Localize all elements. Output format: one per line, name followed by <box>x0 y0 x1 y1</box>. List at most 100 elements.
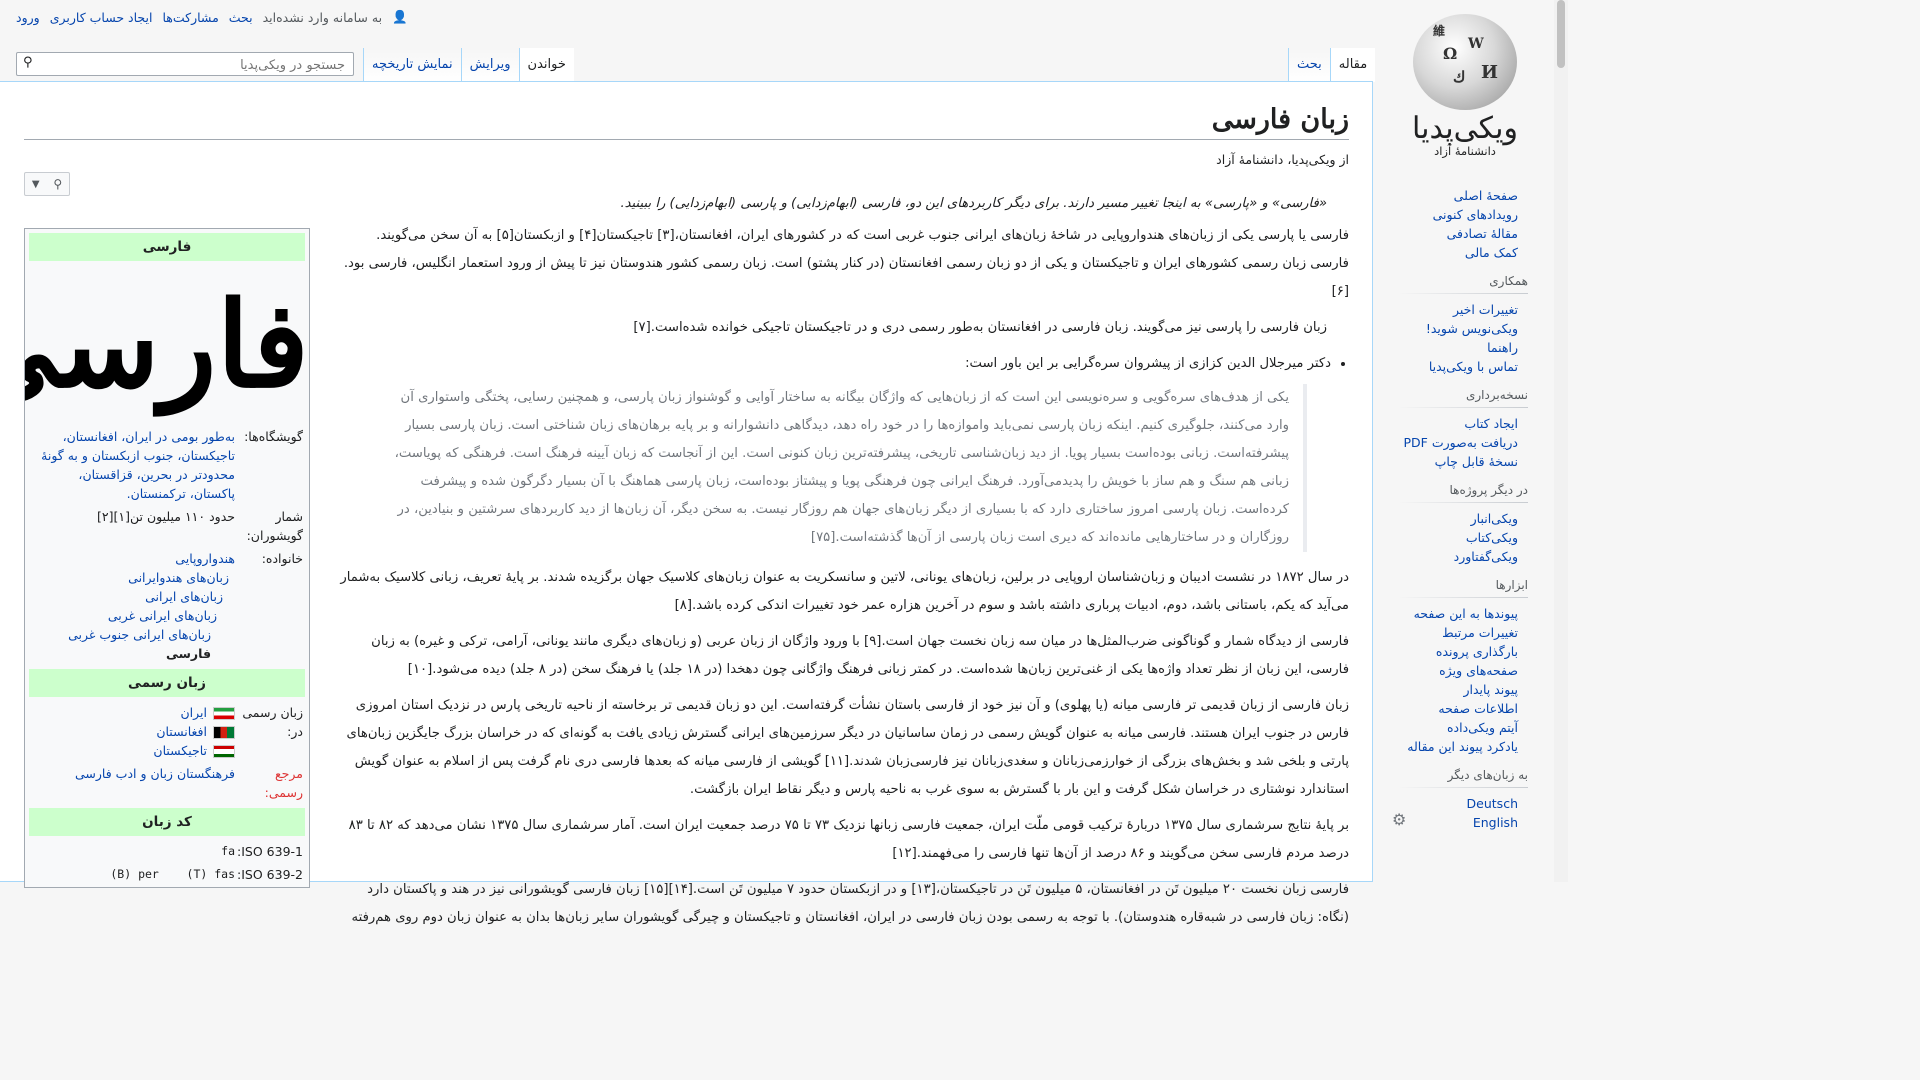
official-header: زبان رسمی <box>29 669 305 697</box>
iso2-label[interactable]: ISO 639-2: <box>235 865 303 884</box>
infobox: فارسی فارسی گویشگاه‌ها: به‌طور بومی در ای… <box>24 228 310 888</box>
view-tabs: خواندن ویرایش نمایش تاریخچه <box>363 48 574 82</box>
search-box: ⚲ <box>16 52 354 76</box>
sidebar-item-lang-0[interactable]: Deutsch <box>1398 794 1518 813</box>
official-country[interactable]: افغانستان <box>31 722 235 741</box>
sidebar-item-collab-2[interactable]: راهنما <box>1398 338 1518 357</box>
family-item[interactable]: هندواروپایی <box>31 549 235 568</box>
sidebar-heading-languages: به زبان‌های دیگر <box>1398 768 1528 788</box>
paragraph-1: فارسی یا پارسی یکی از زبان‌های هندواروپا… <box>343 228 1349 299</box>
code-header: کد زبان <box>29 808 305 836</box>
globe-icon: Ω W И ك 維 <box>1413 14 1517 110</box>
sidebar-item-tool-3[interactable]: صفحه‌های ویژه <box>1398 661 1518 680</box>
official-country[interactable]: ایران <box>31 703 235 722</box>
user-icon: 👤 <box>392 9 408 24</box>
logo-wordmark: ویکی‌پدیا <box>1412 111 1518 146</box>
scrollbar[interactable] <box>1554 0 1568 882</box>
flag-icon <box>213 726 235 739</box>
sidebar-item-nav-1[interactable]: رویدادهای کنونی <box>1398 205 1518 224</box>
tab-article[interactable]: مقاله <box>1329 48 1376 82</box>
search-page-icon: ⚲ <box>53 177 63 191</box>
search-icon[interactable]: ⚲ <box>23 55 33 70</box>
sidebar-heading-print: نسخه‌برداری <box>1398 388 1528 408</box>
sidebar-item-collab-3[interactable]: تماس با ویکی‌پدیا <box>1398 357 1518 376</box>
personal-tools: 👤 به سامانه وارد نشده‌اید بحث مشارکت‌ها … <box>16 9 408 25</box>
flag-icon <box>213 745 235 758</box>
sidebar-item-print-2[interactable]: نسخهٔ قابل چاپ <box>1398 452 1518 471</box>
sidebar-collab: تغییرات اخیر ویکی‌نویس شوید! راهنما تماس با… <box>1398 300 1528 376</box>
family-item[interactable]: زبان‌های ایرانی غربی <box>31 606 235 625</box>
bullet-kazzazi: دکتر میرجلال الدین کزازی از پیشروان سره‌… <box>340 350 1331 378</box>
sidebar-navigation: صفحهٔ اصلی رویدادهای کنونی مقالهٔ تصادفی کم… <box>1398 186 1528 262</box>
sidebar-item-tool-2[interactable]: بارگذاری پرونده <box>1398 642 1518 661</box>
sidebar-item-tool-6[interactable]: آیتم ویکی‌داده <box>1398 718 1518 737</box>
tab-talk[interactable]: بحث <box>1288 48 1330 82</box>
article-body: «فارسی» و «پارسی» به اینجا تغییر مسیر دا… <box>340 190 1349 940</box>
speakers-label: گویشگاه‌ها: <box>244 429 303 444</box>
sidebar-item-print-1[interactable]: دریافت به‌صورت PDF <box>1398 433 1518 452</box>
regulator-label[interactable]: مرجع رسمی: <box>235 764 303 802</box>
sidebar-item-project-1[interactable]: ویکی‌کتاب <box>1398 528 1518 547</box>
scrollbar-thumb[interactable] <box>1557 0 1565 68</box>
content-area: زبان فارسی از ویکی‌پدیا، دانشنامهٔ آزاد … <box>0 81 1373 925</box>
iso1-value: fa <box>221 844 235 858</box>
wikipedia-logo[interactable]: Ω W И ك 維 ویکی‌پدیا دانشنامهٔ آزاد <box>1400 14 1530 164</box>
contributions-link[interactable]: مشارکت‌ها <box>162 10 218 25</box>
family-label[interactable]: خانواده: <box>235 549 303 663</box>
login-link[interactable]: ورود <box>16 10 40 25</box>
official-country-name[interactable]: افغانستان <box>156 724 207 739</box>
speaker-count-value: حدود ۱۱۰ میلیون تن[۱][۲] <box>97 509 235 524</box>
page-title: زبان فارسی <box>1211 104 1349 135</box>
sidebar-heading-projects: در دیگر پروژه‌ها <box>1398 483 1528 503</box>
speaker-count-label: شمار گویشوران: <box>246 509 303 543</box>
official-countries: ایران افغانستان تاجیکستان <box>31 703 235 760</box>
regulator-value[interactable]: فرهنگستان زبان و ادب فارسی <box>31 764 235 802</box>
language-settings-gear-icon[interactable]: ⚙ <box>1392 810 1406 829</box>
family-item[interactable]: زبان‌های ایرانی <box>31 587 235 606</box>
sidebar-item-tool-5[interactable]: اطلاعات صفحه <box>1398 699 1518 718</box>
talk-link[interactable]: بحث <box>229 10 253 25</box>
sidebar-print: ایجاد کتاب دریافت به‌صورت PDF نسخهٔ قابل چ… <box>1398 414 1528 471</box>
sidebar-item-collab-0[interactable]: تغییرات اخیر <box>1398 300 1518 319</box>
page-toolbox[interactable]: ▼ ⚲ <box>24 172 70 196</box>
tab-read[interactable]: خواندن <box>518 48 574 82</box>
official-country-name[interactable]: ایران <box>180 705 207 720</box>
paragraph-6: بر پایهٔ نتایج سرشماری سال ۱۳۷۵ دربارهٔ … <box>348 818 1349 861</box>
hatnote: «فارسی» و «پارسی» به اینجا تغییر مسیر دا… <box>620 196 1327 211</box>
logo-tagline: دانشنامهٔ آزاد <box>1434 144 1496 158</box>
tab-history[interactable]: نمایش تاریخچه <box>363 48 461 82</box>
family-item[interactable]: زبان‌های هندوایرانی <box>31 568 235 587</box>
official-label: زبان رسمی در: <box>242 705 303 739</box>
sidebar-item-project-0[interactable]: ویکی‌انبار <box>1398 509 1518 528</box>
flag-icon <box>213 707 235 720</box>
sidebar-item-print-0[interactable]: ایجاد کتاب <box>1398 414 1518 433</box>
create-account-link[interactable]: ایجاد حساب کاربری <box>50 10 153 25</box>
official-country[interactable]: تاجیکستان <box>31 741 235 760</box>
official-country-name[interactable]: تاجیکستان <box>153 743 207 758</box>
namespace-tabs: مقاله بحث <box>1288 48 1376 82</box>
speakers-value[interactable]: به‌طور بومی در ایران، افغانستان، تاجیکست… <box>31 427 235 503</box>
sidebar-projects: ویکی‌انبار ویکی‌کتاب ویکی‌گفتاورد <box>1398 509 1528 566</box>
sidebar-item-nav-2[interactable]: مقالهٔ تصادفی <box>1398 224 1518 243</box>
family-item[interactable]: زبان‌های ایرانی جنوب غربی <box>31 625 235 644</box>
sidebar-item-tool-0[interactable]: پیوندها به این صفحه <box>1398 604 1518 623</box>
site-subtitle: از ویکی‌پدیا، دانشنامهٔ آزاد <box>1216 152 1349 167</box>
sidebar-item-lang-1[interactable]: English <box>1398 813 1518 832</box>
sidebar-item-tool-4[interactable]: پیوند پایدار <box>1398 680 1518 699</box>
sidebar-item-tool-7[interactable]: یادکرد پیوند این مقاله <box>1398 737 1518 756</box>
sidebar-item-nav-3[interactable]: کمک مالی <box>1398 243 1518 262</box>
sidebar-item-collab-1[interactable]: ویکی‌نویس شوید! <box>1398 319 1518 338</box>
search-input[interactable] <box>43 54 347 76</box>
paragraph-3: در سال ۱۸۷۲ در نشست ادیبان و زبان‌شناسان… <box>340 570 1349 613</box>
chevron-down-icon: ▼ <box>31 178 40 190</box>
tab-edit[interactable]: ویرایش <box>460 48 519 82</box>
sidebar-heading-tools: ابزارها <box>1398 578 1528 598</box>
sidebar-item-nav-0[interactable]: صفحهٔ اصلی <box>1398 186 1518 205</box>
family-item: فارسی <box>165 646 211 661</box>
infobox-title: فارسی <box>29 233 305 261</box>
paragraph-4: فارسی از دیدگاه شمار و گوناگونی ضرب‌المث… <box>371 634 1349 677</box>
iso1-label[interactable]: ISO 639-1: <box>235 842 303 861</box>
sidebar-item-tool-1[interactable]: تغییرات مرتبط <box>1398 623 1518 642</box>
sidebar-tools: پیوندها به این صفحه تغییرات مرتبط بارگذاری… <box>1398 604 1528 756</box>
sidebar-item-project-2[interactable]: ویکی‌گفتاورد <box>1398 547 1518 566</box>
